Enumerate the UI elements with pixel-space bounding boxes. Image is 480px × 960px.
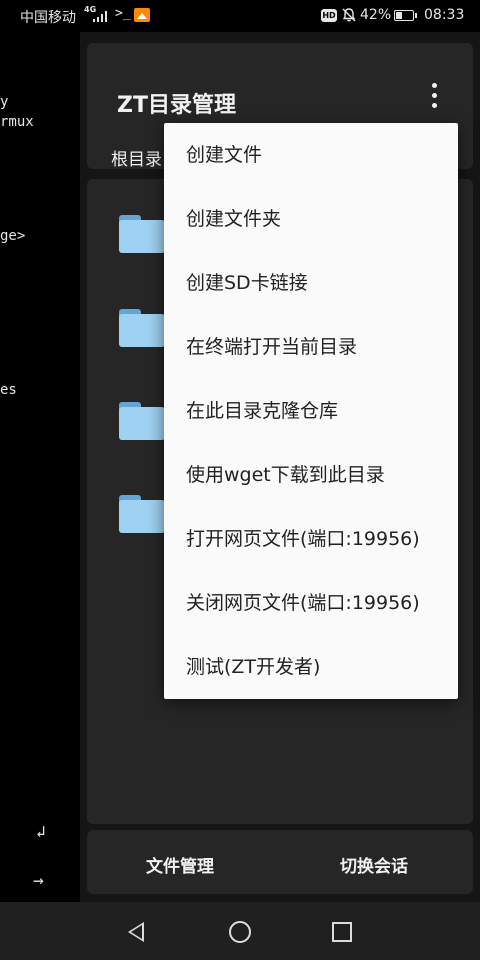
right-arrow-key-icon[interactable]: → bbox=[33, 870, 44, 891]
app-title: ZT目录管理 bbox=[117, 93, 236, 118]
menu-item-close-web-file[interactable]: 关闭网页文件(端口:19956) bbox=[164, 571, 458, 635]
recent-apps-icon[interactable] bbox=[332, 922, 352, 942]
terminal-line: ge> bbox=[0, 228, 26, 244]
menu-item-open-web-file[interactable]: 打开网页文件(端口:19956) bbox=[164, 507, 458, 571]
back-icon[interactable] bbox=[128, 922, 144, 942]
enter-key-icon[interactable]: ↲ bbox=[36, 822, 46, 841]
menu-item-test-developer[interactable]: 测试(ZT开发者) bbox=[164, 635, 458, 699]
bottom-bar: 文件管理 切换会话 bbox=[87, 830, 473, 894]
signal-icon bbox=[93, 10, 111, 22]
app-notification-icon bbox=[134, 8, 150, 22]
status-bar: 中国移动 4G >_ HD 42% 08:33 bbox=[0, 0, 480, 32]
folder-icon[interactable] bbox=[119, 309, 165, 347]
mute-bell-icon bbox=[341, 7, 357, 23]
switch-session-button[interactable]: 切换会话 bbox=[340, 852, 408, 877]
battery-icon bbox=[394, 10, 417, 21]
breadcrumb[interactable]: 根目录 bbox=[111, 145, 162, 170]
menu-item-create-file[interactable]: 创建文件 bbox=[164, 123, 458, 187]
options-menu: 创建文件 创建文件夹 创建SD卡链接 在终端打开当前目录 在此目录克隆仓库 使用… bbox=[164, 123, 458, 699]
terminal-line: y bbox=[0, 94, 9, 110]
system-nav-bar bbox=[0, 902, 480, 960]
folder-icon[interactable] bbox=[119, 215, 165, 253]
home-icon[interactable] bbox=[229, 921, 251, 943]
terminal-view[interactable]: y rmux ge> es ↲ → bbox=[0, 32, 82, 902]
folder-icon[interactable] bbox=[119, 402, 165, 440]
menu-item-clone-repo[interactable]: 在此目录克隆仓库 bbox=[164, 379, 458, 443]
more-options-button[interactable] bbox=[425, 77, 445, 117]
screen: 中国移动 4G >_ HD 42% 08:33 y rmux ge> es ↲ bbox=[0, 0, 480, 960]
menu-item-create-folder[interactable]: 创建文件夹 bbox=[164, 187, 458, 251]
battery-percent: 42% bbox=[360, 7, 392, 23]
terminal-line: es bbox=[0, 382, 17, 398]
menu-item-wget-download[interactable]: 使用wget下载到此目录 bbox=[164, 443, 458, 507]
folder-icon[interactable] bbox=[119, 495, 165, 533]
terminal-line: rmux bbox=[0, 114, 34, 130]
clock: 08:33 bbox=[424, 7, 465, 23]
carrier-label: 中国移动 bbox=[20, 10, 76, 26]
battery-fill bbox=[396, 12, 402, 19]
menu-item-open-in-terminal[interactable]: 在终端打开当前目录 bbox=[164, 315, 458, 379]
file-manager-button[interactable]: 文件管理 bbox=[146, 852, 214, 877]
terminal-icon: >_ bbox=[115, 6, 131, 21]
hd-icon: HD bbox=[321, 9, 337, 22]
menu-item-create-sd-link[interactable]: 创建SD卡链接 bbox=[164, 251, 458, 315]
